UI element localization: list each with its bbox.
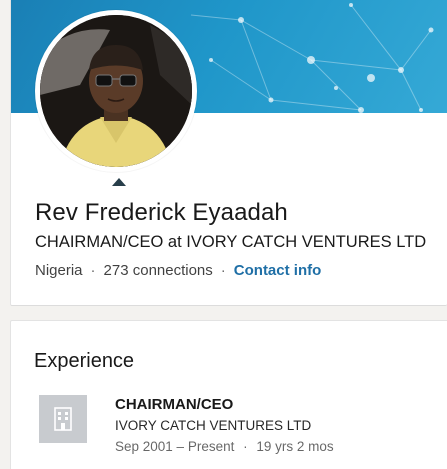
date-range: Sep 2001 – Present: [115, 439, 235, 454]
profile-name: Rev Frederick Eyaadah: [35, 199, 288, 226]
avatar: [40, 15, 192, 167]
profile-meta: Nigeria · 273 connections · Contact info: [35, 262, 321, 279]
job-title[interactable]: CHAIRMAN/CEO: [115, 396, 233, 413]
separator-dot: ·: [90, 262, 96, 279]
profile-headline: CHAIRMAN/CEO at IVORY CATCH VENTURES LTD: [35, 233, 427, 251]
duration: 19 yrs 2 mos: [256, 439, 334, 454]
building-icon[interactable]: [39, 395, 87, 443]
contact-info-link[interactable]: Contact info: [234, 262, 322, 279]
photo-caret: [112, 178, 126, 186]
job-dates: Sep 2001 – Present · 19 yrs 2 mos: [115, 439, 334, 454]
experience-section: Experience CHAIRMAN/CEO IVORY CATCH VENT…: [10, 320, 447, 469]
section-title: Experience: [34, 350, 135, 372]
profile-photo[interactable]: [35, 10, 197, 172]
company-name: IVORY CATCH VENTURES LTD: [115, 418, 312, 433]
connections-count[interactable]: 273 connections: [104, 262, 213, 279]
separator-dot: ·: [220, 262, 226, 279]
separator-dot: ·: [243, 439, 248, 454]
profile-page: Rev Frederick Eyaadah CHAIRMAN/CEO at IV…: [0, 0, 447, 469]
profile-card: Rev Frederick Eyaadah CHAIRMAN/CEO at IV…: [10, 0, 447, 306]
location: Nigeria: [35, 262, 83, 279]
